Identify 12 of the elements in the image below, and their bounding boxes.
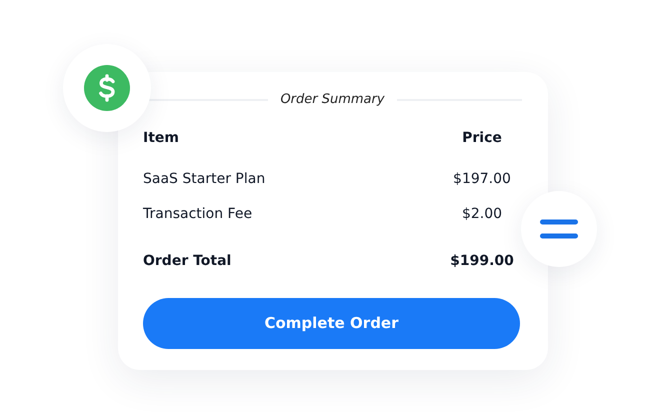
item-name: Transaction Fee (143, 205, 252, 224)
complete-order-button[interactable]: Complete Order (143, 298, 520, 349)
item-name: SaaS Starter Plan (143, 170, 266, 189)
total-price: $199.00 (449, 252, 515, 271)
menu-icon[interactable] (540, 219, 578, 239)
column-header: Price (461, 129, 503, 148)
column-header: Item (143, 129, 179, 148)
total-label: Order Total (143, 252, 232, 271)
dollar-icon (84, 65, 130, 111)
item-price: $197.00 (452, 170, 512, 189)
item-price: $2.00 (460, 205, 504, 224)
card-title: Order Summary (280, 91, 385, 110)
